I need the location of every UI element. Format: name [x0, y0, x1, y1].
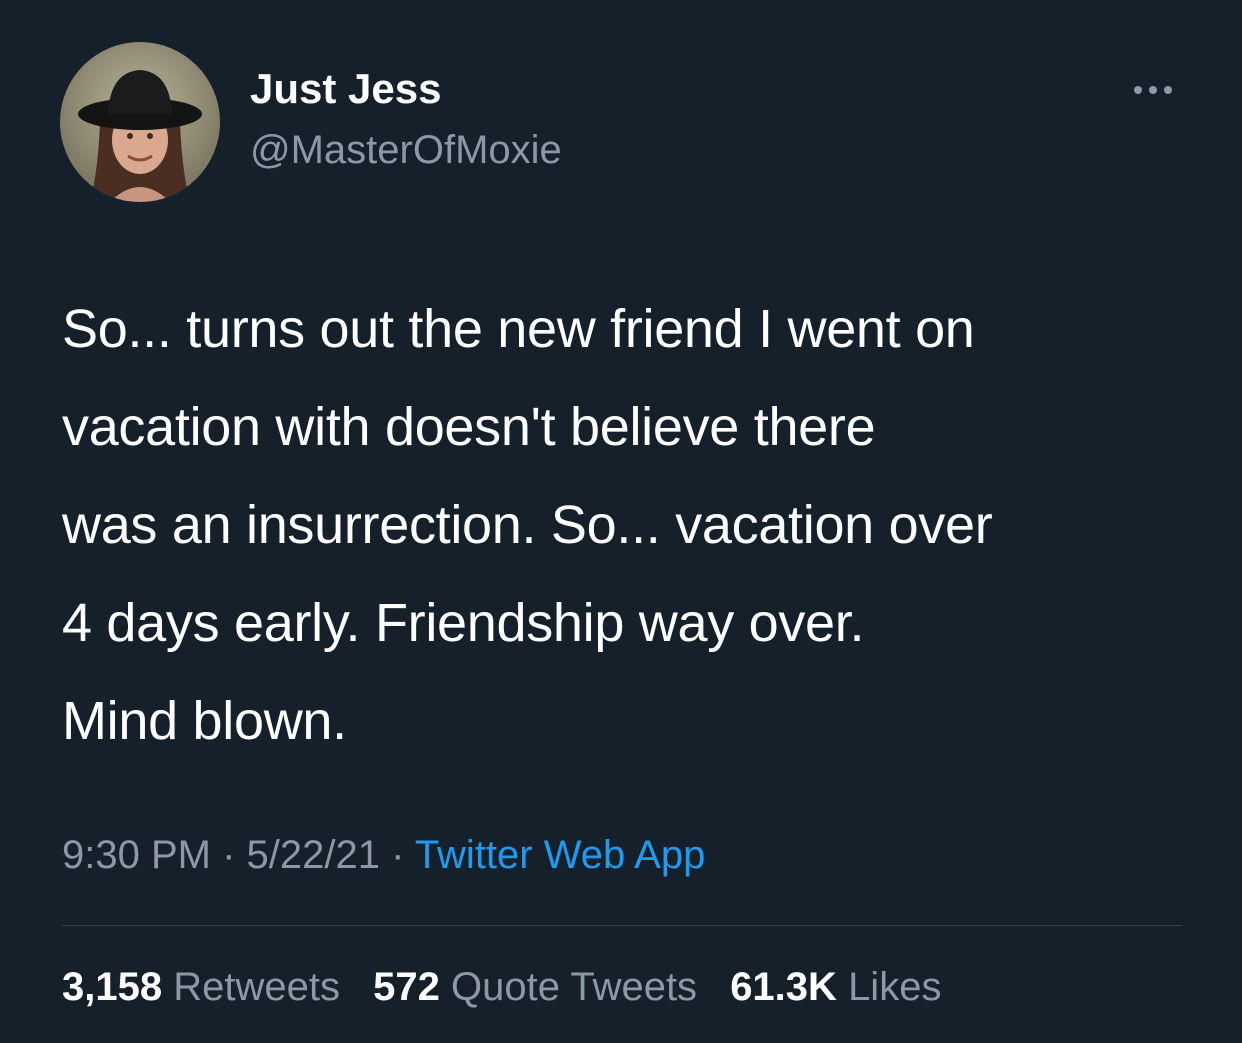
tweet-stats: 3,158 Retweets 572 Quote Tweets 61.3K Li… [62, 962, 963, 1012]
quote-tweets-label: Quote Tweets [450, 965, 698, 1009]
tweet-text-line: Mind blown. [62, 691, 347, 751]
quote-tweets-count: 572 [373, 965, 440, 1009]
avatar-image [60, 42, 220, 202]
quote-tweets-stat[interactable]: 572 Quote Tweets [373, 962, 697, 1012]
tweet-metadata: 9:30 PM · 5/22/21 · Twitter Web App [62, 830, 705, 880]
retweets-count: 3,158 [62, 965, 163, 1009]
likes-stat[interactable]: 61.3K Likes [730, 962, 941, 1012]
likes-count: 61.3K [730, 965, 837, 1009]
meta-separator: · [210, 833, 247, 877]
author-handle[interactable]: @MasterOfMoxie [250, 130, 562, 170]
tweet-card: Just Jess @MasterOfMoxie So... turns out… [0, 0, 1242, 1043]
author-display-name[interactable]: Just Jess [250, 68, 441, 110]
tweet-text-line: vacation with doesn't believe there [62, 397, 876, 457]
avatar[interactable] [60, 42, 220, 202]
retweets-stat[interactable]: 3,158 Retweets [62, 962, 340, 1012]
tweet-text-line: 4 days early. Friendship way over. [62, 593, 865, 653]
divider [62, 925, 1182, 926]
tweet-date[interactable]: 5/22/21 [247, 833, 380, 877]
tweet-text-line: was an insurrection. So... vacation over [62, 495, 993, 555]
tweet-source-link[interactable]: Twitter Web App [415, 833, 706, 877]
retweets-label: Retweets [173, 965, 340, 1009]
more-options-button[interactable] [1122, 72, 1184, 108]
more-horizontal-icon-dot [1164, 86, 1172, 94]
likes-label: Likes [848, 965, 942, 1009]
tweet-text: So... turns out the new friend I went on… [62, 280, 1202, 770]
more-horizontal-icon [1134, 86, 1142, 94]
tweet-text-line: So... turns out the new friend I went on [62, 299, 975, 359]
more-horizontal-icon-dot [1149, 86, 1157, 94]
tweet-time[interactable]: 9:30 PM [62, 833, 211, 877]
meta-separator: · [379, 833, 415, 877]
